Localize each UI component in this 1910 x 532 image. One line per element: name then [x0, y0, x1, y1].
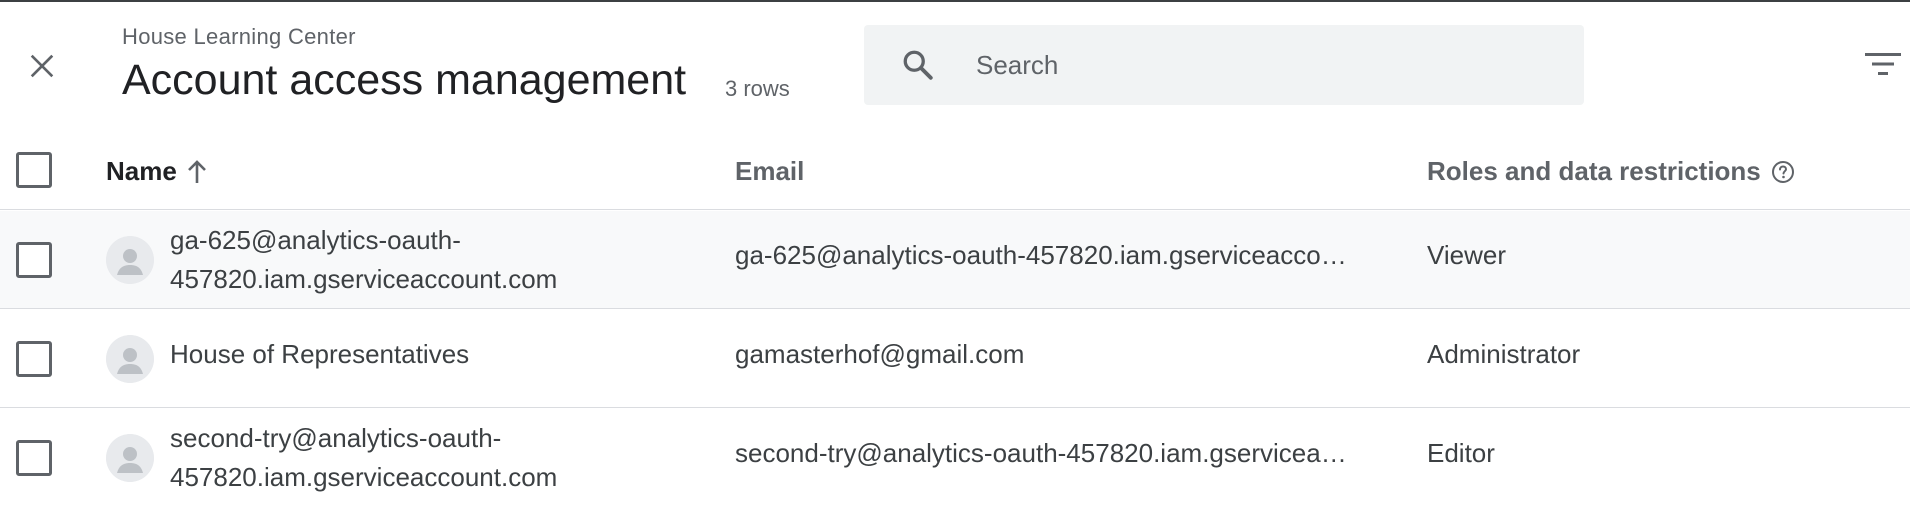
user-role: Viewer: [1427, 240, 1507, 270]
person-avatar-icon: [106, 434, 154, 482]
table-row[interactable]: second-try@analytics-oauth-457820.iam.gs…: [0, 409, 1910, 507]
close-button[interactable]: [22, 46, 62, 86]
person-avatar-icon: [106, 335, 154, 383]
search-input[interactable]: [976, 41, 1556, 89]
user-email: gamasterhof@gmail.com: [735, 339, 1025, 369]
table-header: Name Email Roles and data restrictions: [0, 130, 1910, 210]
close-icon: [30, 54, 54, 78]
column-header-email[interactable]: Email: [735, 156, 804, 187]
page-title: Account access management: [122, 56, 687, 104]
user-email: ga-625@analytics-oauth-457820.iam.gservi…: [735, 240, 1355, 270]
avatar: [106, 434, 154, 482]
person-avatar-icon: [106, 236, 154, 284]
column-header-roles: Roles and data restrictions: [1427, 156, 1795, 187]
row-count: 3 rows: [725, 76, 790, 101]
arrow-up-icon: [187, 159, 206, 183]
account-name: House Learning Center: [122, 24, 356, 49]
user-email: second-try@analytics-oauth-457820.iam.gs…: [735, 438, 1355, 468]
row-checkbox[interactable]: [16, 341, 52, 377]
avatar: [106, 335, 154, 383]
user-name: second-try@analytics-oauth-457820.iam.gs…: [170, 423, 558, 492]
search-bar[interactable]: [864, 25, 1584, 105]
row-checkbox[interactable]: [16, 440, 52, 476]
help-circle-icon[interactable]: [1771, 160, 1795, 184]
column-header-roles-label: Roles and data restrictions: [1427, 156, 1761, 186]
filter-icon: [1865, 53, 1901, 75]
select-all-checkbox[interactable]: [16, 152, 52, 188]
user-name: ga-625@analytics-oauth-457820.iam.gservi…: [170, 225, 558, 294]
avatar: [106, 236, 154, 284]
column-header-name[interactable]: Name: [106, 156, 209, 187]
top-border: [0, 0, 1910, 2]
user-role: Administrator: [1427, 339, 1581, 369]
search-icon: [903, 50, 933, 80]
row-checkbox[interactable]: [16, 242, 52, 278]
table-row[interactable]: ga-625@analytics-oauth-457820.iam.gservi…: [0, 211, 1910, 309]
user-name: House of Representatives: [170, 339, 470, 369]
filter-button[interactable]: [1862, 46, 1904, 82]
user-role: Editor: [1427, 438, 1495, 468]
column-header-name-label: Name: [106, 156, 177, 186]
table-row[interactable]: House of Representatives gamasterhof@gma…: [0, 310, 1910, 408]
